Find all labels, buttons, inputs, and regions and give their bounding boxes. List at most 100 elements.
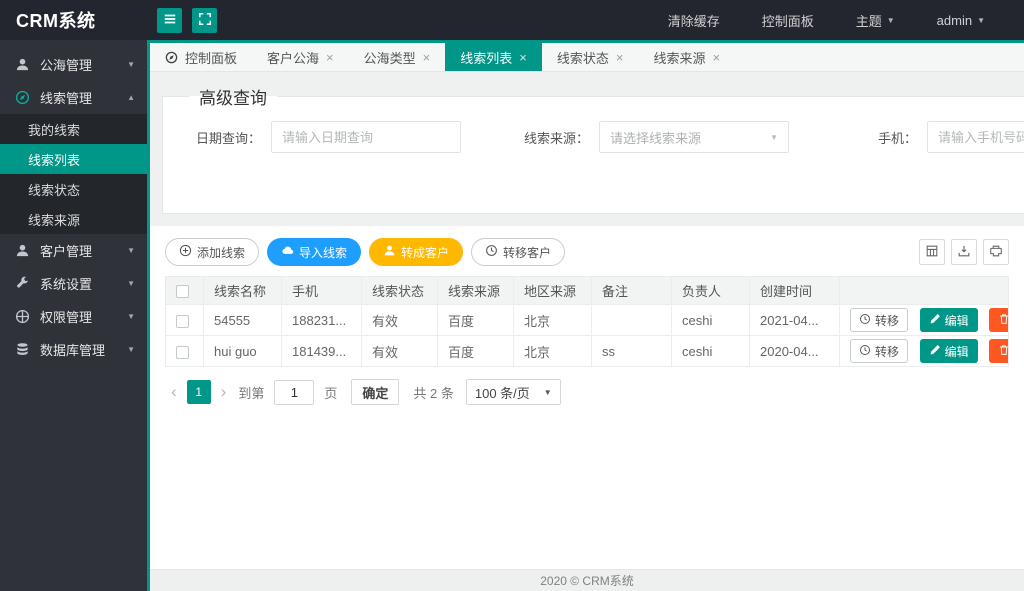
print-button[interactable] [983, 239, 1009, 265]
tab-dashboard[interactable]: 控制面板 [150, 43, 252, 71]
goto-confirm-button[interactable]: 确定 [351, 379, 399, 405]
next-page-icon[interactable]: › [215, 382, 233, 402]
transfer-label: 转移 [875, 312, 899, 329]
date-input[interactable] [271, 121, 461, 153]
select-all-checkbox[interactable] [176, 285, 189, 298]
convert-customer-label: 转成客户 [401, 244, 449, 261]
cell-name: 54555 [204, 305, 282, 336]
user-icon [15, 57, 30, 72]
current-page-button[interactable]: 1 [187, 380, 211, 404]
sidebar-item-permission-management[interactable]: 权限管理 ▼ [0, 300, 147, 333]
compass-icon [15, 90, 30, 105]
sidebar-item-label: 线索管理 [40, 88, 92, 107]
tab-lead-list[interactable]: 线索列表 × [445, 43, 542, 71]
import-leads-button[interactable]: 导入线索 [267, 238, 361, 266]
hamburger-icon [163, 12, 177, 29]
globe-icon [15, 309, 30, 324]
crm-app: CRM系统 清除缓存 控制面板 主题 ▼ admin [0, 0, 1024, 591]
row-transfer-button[interactable]: 转移 [850, 339, 908, 363]
chevron-down-icon: ▼ [977, 16, 985, 25]
sub-item-label: 我的线索 [28, 120, 80, 139]
tab-bar: 控制面板 客户公海 × 公海类型 × 线索列表 × 线索状态 × [150, 40, 1024, 72]
tab-pool-type[interactable]: 公海类型 × [349, 43, 446, 71]
sub-item-label: 线索状态 [28, 180, 80, 199]
sidebar-item-my-leads[interactable]: 我的线索 [0, 114, 147, 144]
pencil-icon [929, 313, 941, 328]
chevron-up-icon: ▲ [127, 93, 135, 102]
cell-created: 2020-04... [750, 336, 840, 367]
fullscreen-icon [198, 12, 212, 29]
close-icon[interactable]: × [519, 51, 527, 64]
sidebar-toggle-button[interactable] [157, 8, 182, 33]
trash-icon [998, 344, 1008, 359]
columns-icon [925, 244, 939, 261]
prev-page-icon[interactable]: ‹ [165, 382, 183, 402]
advanced-query-panel: 高级查询 日期查询： 线索来源： 请选择线索来源 ▼ [162, 84, 1024, 214]
phone-label: 手机： [833, 128, 917, 147]
cell-note: ss [592, 336, 672, 367]
row-delete-button[interactable]: 删除 [989, 339, 1008, 363]
close-icon[interactable]: × [712, 51, 720, 64]
tab-lead-source[interactable]: 线索来源 × [638, 43, 735, 71]
sidebar-item-label: 数据库管理 [40, 340, 105, 359]
sidebar-item-system-settings[interactable]: 系统设置 ▼ [0, 267, 147, 300]
tab-label: 控制面板 [185, 48, 237, 67]
phone-input[interactable] [927, 121, 1024, 153]
filter-columns-button[interactable] [919, 239, 945, 265]
user-icon [15, 243, 30, 258]
close-icon[interactable]: × [326, 51, 334, 64]
print-icon [989, 244, 1003, 261]
fullscreen-button[interactable] [192, 8, 217, 33]
phone-field-group: 手机： [833, 121, 1024, 153]
row-edit-button[interactable]: 编辑 [920, 308, 978, 332]
sidebar-item-database-management[interactable]: 数据库管理 ▼ [0, 333, 147, 366]
clear-cache-link[interactable]: 清除缓存 [647, 0, 741, 40]
table-row: hui guo 181439... 有效 百度 北京 ss ceshi 2020… [166, 336, 1009, 367]
query-form-row: 日期查询： 线索来源： 请选择线索来源 ▼ 手机： [177, 121, 1024, 153]
close-icon[interactable]: × [616, 51, 624, 64]
transfer-customer-button[interactable]: 转移客户 [471, 238, 565, 266]
user-icon [383, 244, 396, 260]
sidebar-item-lead-list[interactable]: 线索列表 [0, 144, 147, 174]
theme-menu[interactable]: 主题 ▼ [835, 0, 916, 40]
convert-customer-button[interactable]: 转成客户 [369, 238, 463, 266]
page-size-select[interactable]: 100 条/页 ▼ [466, 379, 561, 405]
add-lead-button[interactable]: 添加线索 [165, 238, 259, 266]
wrench-icon [15, 276, 30, 291]
sidebar-item-lead-status[interactable]: 线索状态 [0, 174, 147, 204]
pagination: ‹ 1 › 到第 页 确定 共 2 条 100 条/页 ▼ [165, 379, 1009, 405]
row-checkbox[interactable] [176, 315, 189, 328]
tab-customer-pool[interactable]: 客户公海 × [252, 43, 349, 71]
chevron-down-icon: ▼ [127, 345, 135, 354]
date-field-group: 日期查询： [177, 121, 461, 153]
transfer-label: 转移 [875, 343, 899, 360]
source-label: 线索来源： [505, 128, 589, 147]
tab-lead-status[interactable]: 线索状态 × [542, 43, 639, 71]
chevron-down-icon: ▼ [127, 246, 135, 255]
row-checkbox[interactable] [176, 346, 189, 359]
col-header-actions [840, 277, 1009, 305]
sidebar-item-public-pool[interactable]: 公海管理 ▼ [0, 48, 147, 81]
import-leads-label: 导入线索 [299, 244, 347, 261]
row-edit-button[interactable]: 编辑 [920, 339, 978, 363]
lead-source-select[interactable]: 请选择线索来源 ▼ [599, 121, 789, 153]
control-panel-link[interactable]: 控制面板 [741, 0, 835, 40]
row-delete-button[interactable]: 删除 [989, 308, 1008, 332]
sidebar-item-lead-source[interactable]: 线索来源 [0, 204, 147, 234]
user-menu[interactable]: admin ▼ [916, 0, 1006, 40]
goto-page-input[interactable] [274, 380, 314, 405]
main-area: 控制面板 客户公海 × 公海类型 × 线索列表 × 线索状态 × [147, 40, 1024, 591]
select-placeholder: 请选择线索来源 [610, 128, 701, 147]
sidebar-item-customer-management[interactable]: 客户管理 ▼ [0, 234, 147, 267]
cell-region: 北京 [514, 305, 592, 336]
footer-text: 2020 © CRM系统 [540, 572, 634, 589]
cell-source: 百度 [438, 336, 514, 367]
export-button[interactable] [951, 239, 977, 265]
pencil-icon [929, 344, 941, 359]
close-icon[interactable]: × [423, 51, 431, 64]
sidebar-item-lead-management[interactable]: 线索管理 ▲ [0, 81, 147, 114]
lead-submenu: 我的线索 线索列表 线索状态 线索来源 [0, 114, 147, 234]
row-transfer-button[interactable]: 转移 [850, 308, 908, 332]
col-header-phone: 手机 [282, 277, 362, 305]
chevron-down-icon: ▼ [127, 312, 135, 321]
